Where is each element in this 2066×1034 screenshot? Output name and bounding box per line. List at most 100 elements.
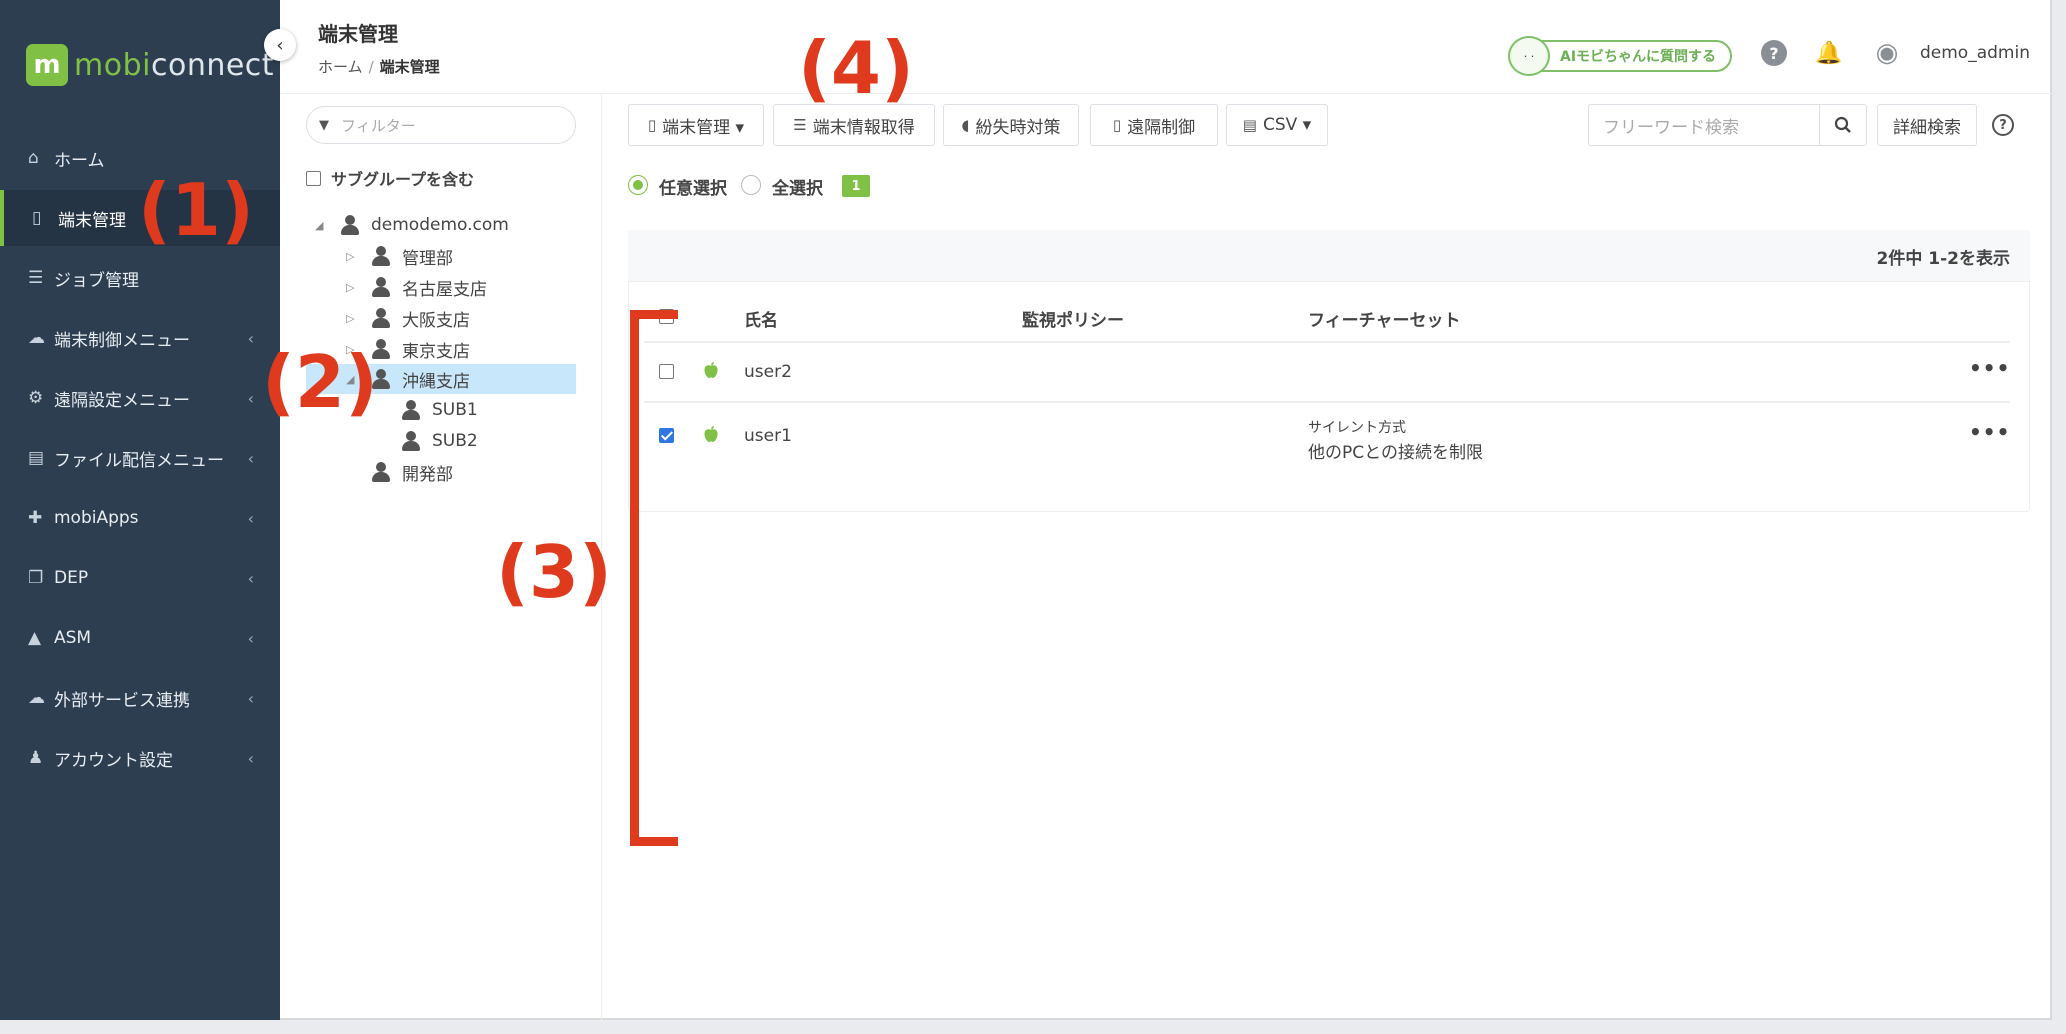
row-divider [644, 401, 2010, 403]
group-icon [341, 215, 359, 235]
apple-icon [704, 361, 718, 378]
sidebar-item-mobiapps[interactable]: ✚ mobiApps ‹ [0, 490, 280, 546]
sidebar-item-label: ホーム [54, 150, 105, 171]
user-name[interactable]: demo_admin [1920, 43, 2030, 63]
fetch-device-info-button[interactable]: ☰ 端末情報取得 [773, 104, 935, 146]
tree-node[interactable]: 開発部 [346, 458, 453, 486]
table-summary-bar [628, 230, 2030, 282]
sidebar-item-remote-settings[interactable]: ⚙ 遠隔設定メニュー ‹ [0, 370, 280, 426]
search-button[interactable] [1819, 104, 1867, 146]
chevron-left-icon: ‹ [276, 34, 284, 56]
chevron-left-icon: ‹ [247, 328, 254, 348]
sidebar-item-label: 端末制御メニュー [54, 330, 190, 351]
checkbox[interactable] [306, 170, 321, 186]
tree-filter-input[interactable]: ▼ フィルター [306, 106, 576, 144]
sidebar-item-label: ASM [54, 628, 92, 648]
copy-icon: ❐ [28, 568, 44, 588]
sidebar-item-device-control[interactable]: ☁ 端末制御メニュー ‹ [0, 310, 280, 366]
tree-node[interactable]: SUB1 [376, 396, 478, 424]
file-icon: ▤ [28, 448, 45, 468]
annotation-1: (1) [138, 168, 254, 252]
tree-node[interactable]: ▷ 名古屋支店 [346, 273, 487, 301]
filter-icon: ▼ [319, 117, 329, 133]
chevron-left-icon: ‹ [247, 568, 254, 588]
expand-toggle-icon[interactable]: ▷ [346, 312, 360, 325]
chevron-left-icon: ‹ [247, 508, 254, 528]
sidebar: m mobiconnect ⌂ ホーム ▯ 端末管理 ☰ ジョブ管理 ☁ 端末制… [0, 0, 280, 1020]
loss-measures-button[interactable]: ◖ 紛失時対策 [943, 104, 1079, 146]
chevron-left-icon: ‹ [247, 628, 254, 648]
cloud-signal-icon: ☁ [28, 328, 45, 348]
gears-icon: ⚙ [28, 388, 44, 408]
featureset-title: サイレント方式 [1308, 420, 1406, 436]
sidebar-item-dep[interactable]: ❐ DEP ‹ [0, 550, 280, 606]
column-header-name[interactable]: 氏名 [744, 306, 778, 331]
sidebar-item-job-mgmt[interactable]: ☰ ジョブ管理 [0, 250, 280, 306]
cloud-icon: ☁ [28, 688, 45, 708]
fetch-device-info-label: 端末情報取得 [812, 117, 915, 138]
brand-logo[interactable]: m mobiconnect [26, 40, 274, 90]
radio-arbitrary-select[interactable] [628, 175, 648, 195]
apple-icon [704, 425, 718, 442]
breadcrumb: ホーム / 端末管理 [318, 56, 440, 77]
expand-toggle-icon[interactable]: ▷ [346, 281, 360, 294]
bell-icon[interactable]: 🔔 [1815, 40, 1842, 66]
selected-count-badge: 1 [842, 175, 870, 197]
chevron-left-icon: ‹ [247, 388, 254, 408]
logo-mark-icon: m [26, 44, 68, 86]
tree-node-label: 沖縄支店 [402, 371, 470, 392]
chevron-left-icon: ‹ [247, 748, 254, 768]
advanced-search-button[interactable]: 詳細検索 [1877, 104, 1977, 146]
chevron-left-icon: ‹ [247, 688, 254, 708]
tree-node[interactable]: ▷ 管理部 [346, 242, 453, 270]
annotation-bracket [630, 310, 639, 846]
remote-control-button[interactable]: ▯ 遠隔制御 [1090, 104, 1218, 146]
tree-node[interactable]: SUB2 [376, 427, 478, 455]
filter-placeholder: フィルター [341, 116, 416, 135]
help-icon[interactable]: ? [1761, 40, 1787, 66]
column-header-policy[interactable]: 監視ポリシー [1022, 306, 1124, 331]
loss-measures-label: 紛失時対策 [975, 117, 1061, 138]
ai-assistant-label: AIモビちゃんに質問する [1560, 49, 1717, 65]
sidebar-collapse-button[interactable]: ‹ [264, 29, 296, 61]
user-avatar-icon[interactable]: ◉ [1874, 38, 1900, 68]
help-circle-icon[interactable]: ? [1992, 114, 2014, 136]
more-actions-icon[interactable]: ••• [1969, 420, 2010, 444]
freeword-search-input[interactable]: フリーワード検索 [1588, 104, 1820, 146]
breadcrumb-home[interactable]: ホーム [318, 58, 363, 76]
sidebar-item-external-services[interactable]: ☁ 外部サービス連携 ‹ [0, 670, 280, 726]
more-actions-icon[interactable]: ••• [1969, 356, 2010, 380]
column-header-featureset[interactable]: フィーチャーセット [1308, 306, 1461, 331]
sidebar-item-asm[interactable]: ▲ ASM ‹ [0, 610, 280, 666]
expand-toggle-icon[interactable]: ▷ [346, 250, 360, 263]
advanced-search-label: 詳細検索 [1893, 117, 1961, 138]
tree-node-root[interactable]: ◢ demodemo.com [315, 211, 509, 239]
device-mgmt-label: 端末管理 ▾ [662, 117, 745, 138]
sidebar-item-label: 外部サービス連携 [54, 690, 190, 711]
device-mgmt-dropdown[interactable]: ▯ 端末管理 ▾ [628, 104, 764, 146]
arbitrary-select-label[interactable]: 任意選択 [659, 174, 727, 199]
group-icon [372, 277, 390, 297]
sidebar-item-label: mobiApps [54, 508, 139, 528]
app-window: m mobiconnect ⌂ ホーム ▯ 端末管理 ☰ ジョブ管理 ☁ 端末制… [0, 0, 2052, 1020]
sidebar-item-file-delivery[interactable]: ▤ ファイル配信メニュー ‹ [0, 430, 280, 486]
user-name-cell[interactable]: user2 [744, 362, 792, 382]
users-icon: ♟ [28, 748, 44, 768]
select-all-label[interactable]: 全選択 [772, 174, 823, 199]
tree-node-label: 開発部 [402, 464, 453, 485]
sidebar-item-account-settings[interactable]: ♟ アカウント設定 ‹ [0, 730, 280, 786]
include-subgroups-checkbox[interactable]: サブグループを含む [306, 166, 474, 190]
tree-node-label: 名古屋支店 [402, 279, 487, 300]
user-name-cell[interactable]: user1 [744, 426, 792, 446]
group-icon [372, 308, 390, 328]
csv-dropdown[interactable]: ▤ CSV ▾ [1226, 104, 1328, 146]
row-checkbox[interactable] [659, 428, 674, 443]
server-icon: ☰ [28, 268, 44, 288]
radio-select-all[interactable] [741, 175, 761, 195]
expand-toggle-icon[interactable]: ◢ [315, 219, 329, 232]
search-icon [1834, 116, 1851, 133]
tree-node[interactable]: ▷ 大阪支店 [346, 304, 470, 332]
group-icon [372, 462, 390, 482]
ai-mascot-icon: · · [1508, 36, 1550, 76]
row-checkbox[interactable] [659, 364, 674, 379]
